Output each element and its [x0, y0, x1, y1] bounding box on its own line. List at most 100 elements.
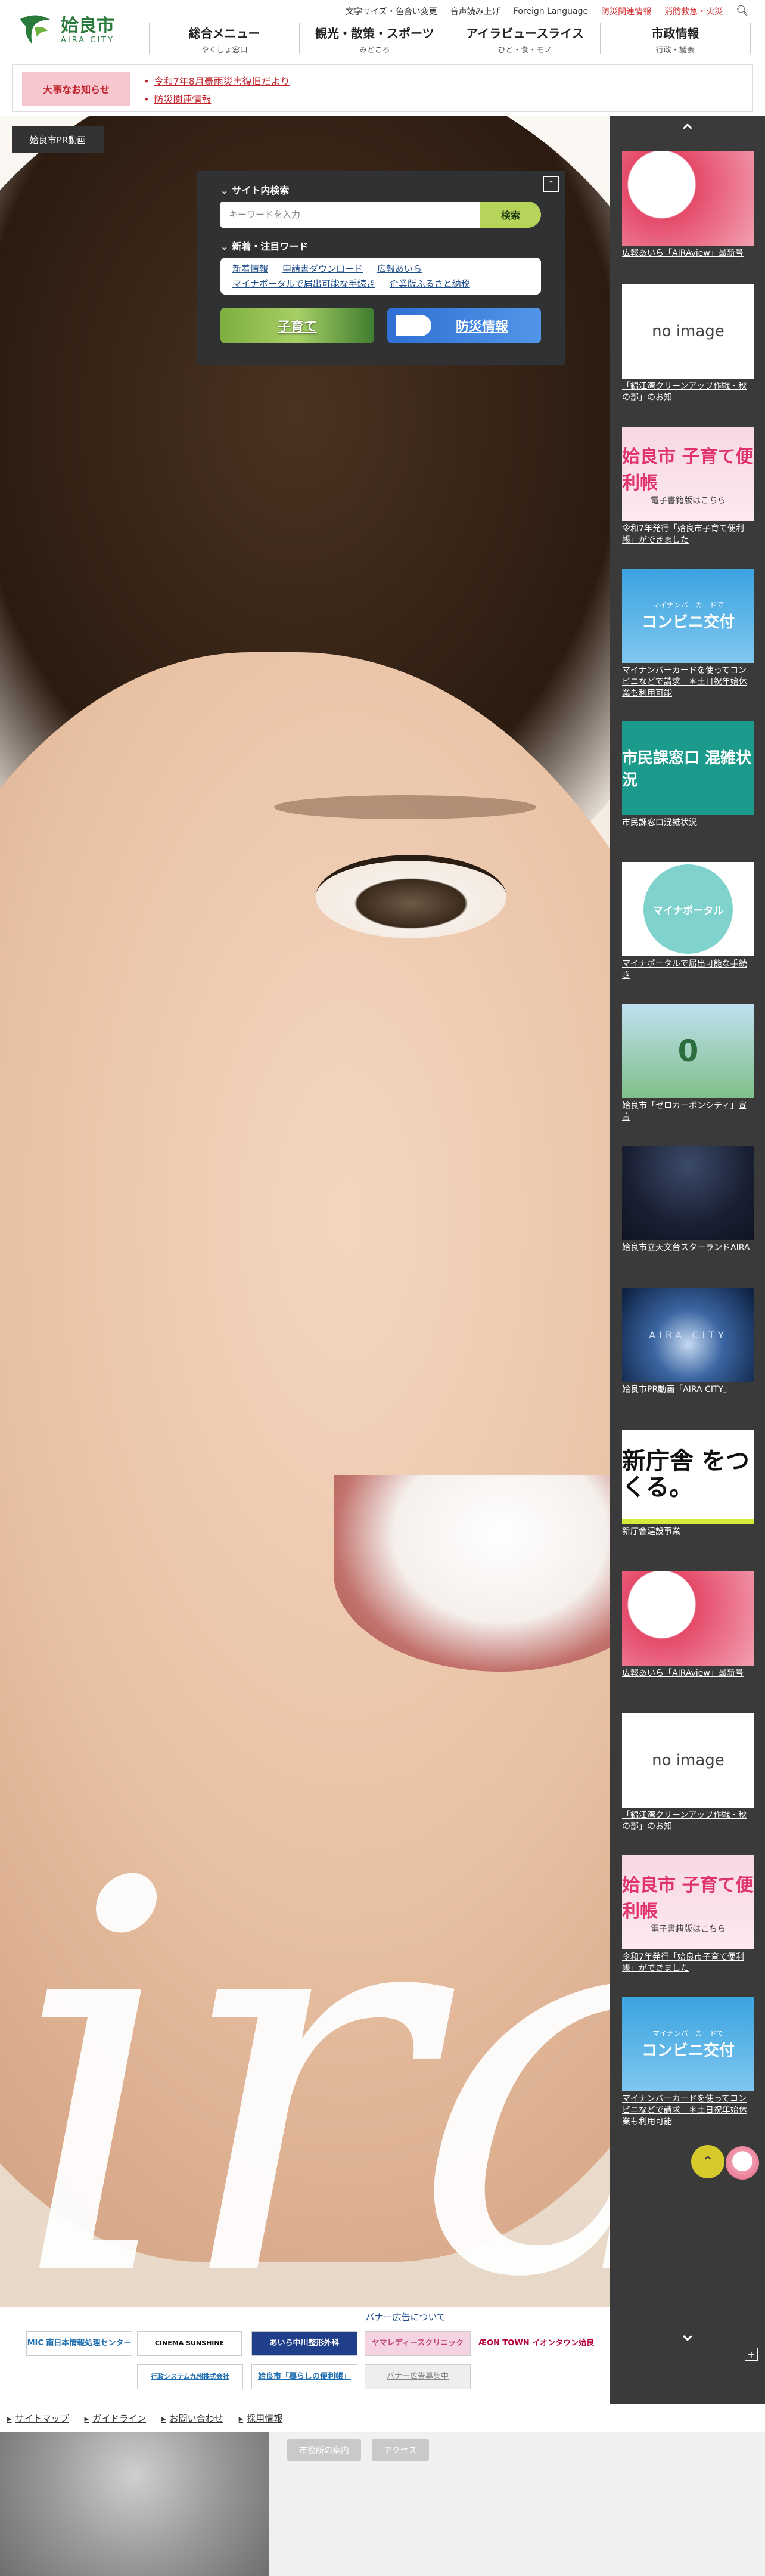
- utility-nav: 文字サイズ・色合い変更 音声読み上げ Foreign Language 防災関連…: [346, 5, 750, 17]
- hero-eye: [316, 855, 506, 938]
- thumb-subtitle: マイナンバーカードで: [652, 601, 724, 609]
- chevron-up-icon[interactable]: ⌃: [610, 120, 765, 145]
- keyword-link[interactable]: マイナポータルで届出可能な手続き: [232, 277, 375, 290]
- sidebar-item-caption: マイナンバーカードを使ってコンビニなどで請求 ＊土日祝年始休業も利用可能: [622, 2094, 747, 2126]
- sidebar-item-caption: マイナンバーカードを使ってコンビニなどで請求 ＊土日祝年始休業も利用可能: [622, 666, 747, 698]
- utility-language-link[interactable]: Foreign Language: [514, 7, 588, 16]
- new-city-hall-image: 新庁舎 をつくる。: [622, 1430, 754, 1524]
- banner-ad[interactable]: CINEMA SUNSHINE: [137, 2331, 242, 2356]
- sidebar-item[interactable]: 市民課窓口 混雑状況 市民課窓口混雑状況: [622, 721, 754, 829]
- sidebar-item[interactable]: no image 「錦江湾クリーンアップ作戦・秋の部」のお知: [622, 1713, 754, 1833]
- sidebar-item-caption: 市民課窓口混雑状況: [622, 818, 697, 827]
- pr-video-badge: 姶良市PR動画: [12, 126, 104, 153]
- important-notice: 大事なお知らせ 令和7年8月豪雨災害復旧だより 防災関連情報: [12, 64, 753, 112]
- page-top-button[interactable]: ⌃: [691, 2145, 724, 2178]
- logo-text-ja: 姶良市: [61, 16, 114, 36]
- zero-carbon-image: 0: [622, 1004, 754, 1098]
- thumb-title: コンビニ交付: [641, 2042, 735, 2060]
- banner-ad[interactable]: MIC 南日本情報処理センター: [26, 2331, 132, 2356]
- utility-text-size-link[interactable]: 文字サイズ・色合い変更: [346, 5, 437, 17]
- keyword-link[interactable]: 企業版ふるさと納税: [390, 277, 470, 290]
- aira-logo-icon: [20, 15, 51, 44]
- notice-list: 令和7年8月豪雨災害復旧だより 防災関連情報: [144, 73, 290, 109]
- footer-link-guideline[interactable]: ガイドライン: [85, 2412, 146, 2425]
- no-image-placeholder: no image: [622, 1713, 754, 1808]
- city-hall-guide-button[interactable]: 市役所の案内: [287, 2439, 361, 2461]
- sidebar-footer: ⌄ +: [610, 2307, 765, 2404]
- sidebar-item[interactable]: 0 姶良市「ゼロカーボンシティ」宣言: [622, 1004, 754, 1123]
- banner-ad[interactable]: 姶良市「暮らしの便利帳」: [251, 2364, 357, 2389]
- hero-video[interactable]: ira: [0, 116, 610, 2307]
- sidebar-item-caption: 「錦江湾クリーンアップ作戦・秋の部」のお知: [622, 382, 747, 402]
- utility-fire-link[interactable]: 消防救急・火災: [664, 5, 723, 17]
- search-button[interactable]: 検索: [480, 202, 541, 228]
- thumb-title: コンビニ交付: [641, 613, 735, 631]
- notice-link[interactable]: 防災関連情報: [154, 94, 211, 105]
- no-image-placeholder: no image: [622, 284, 754, 379]
- sidebar-item[interactable]: 姶良市 子育て便利帳 電子書籍版はこちら 令和7年発行「姶良市子育て便利帳」がで…: [622, 427, 754, 546]
- quick-banners: 子育て 防災情報: [220, 308, 541, 343]
- banner-ad-info-link[interactable]: バナー広告について: [365, 2311, 446, 2323]
- expand-icon[interactable]: +: [745, 2348, 758, 2361]
- nav-item-label: 観光・散策・スポーツ: [315, 26, 434, 41]
- banner-ad[interactable]: あいら中川整形外科: [251, 2331, 357, 2356]
- global-nav: 総合メニュー やくしょ窓口 観光・散策・スポーツ みどころ アイラビュースライス…: [149, 23, 751, 55]
- sidebar-item[interactable]: 広報あいら「AIRAview」最新号: [622, 1571, 754, 1679]
- collapse-icon[interactable]: ⌃: [543, 176, 559, 192]
- banner-ad[interactable]: ÆON TOWN イオンタウン姶良: [478, 2331, 595, 2356]
- search-input[interactable]: [220, 202, 480, 228]
- sidebar-item[interactable]: 姶良市立天文台スターランドAIRA: [622, 1146, 754, 1254]
- nav-item-city-admin[interactable]: 市政情報 行政・議会: [599, 23, 751, 55]
- sidebar-item[interactable]: 広報あいら「AIRAview」最新号: [622, 151, 754, 259]
- nav-item-tourism[interactable]: 観光・散策・スポーツ みどころ: [299, 23, 449, 55]
- mascot-icon[interactable]: [726, 2146, 759, 2180]
- banner-ad[interactable]: バナー広告募集中: [365, 2364, 471, 2389]
- search-icon[interactable]: 🔍︎: [736, 5, 750, 17]
- childcare-banner-label: 子育て: [277, 320, 317, 334]
- nav-item-sublabel: みどころ: [359, 46, 390, 55]
- keyword-link[interactable]: 広報あいら: [377, 262, 422, 275]
- sidebar-item-caption: 「錦江湾クリーンアップ作戦・秋の部」のお知: [622, 1811, 747, 1831]
- nav-item-general-menu[interactable]: 総合メニュー やくしょ窓口: [149, 23, 299, 55]
- sidebar-item-caption: 姶良市「ゼロカーボンシティ」宣言: [622, 1101, 747, 1122]
- access-button[interactable]: アクセス: [372, 2439, 429, 2461]
- sidebar-item[interactable]: マイナンバーカードで コンビニ交付 マイナンバーカードを使ってコンビニなどで請求…: [622, 569, 754, 699]
- footer-tree-image: [0, 2432, 269, 2576]
- banner-ad[interactable]: ヤマレディースクリニック: [365, 2331, 471, 2356]
- notice-link[interactable]: 令和7年8月豪雨災害復旧だより: [154, 76, 290, 87]
- childcare-banner[interactable]: 子育て: [220, 308, 374, 343]
- sidebar-item[interactable]: AIRA CITY 姶良市PR動画「AIRA CITY」: [622, 1288, 754, 1396]
- disaster-info-banner[interactable]: 防災情報: [387, 308, 541, 343]
- banner-ad[interactable]: 行政システム九州株式会社: [137, 2364, 243, 2389]
- search-panel: ⌃ サイト内検索 検索 新着・注目ワード 新着情報 申請書ダウンロード 広報あい…: [197, 171, 565, 365]
- thumb-subtitle: マイナンバーカードで: [652, 2029, 724, 2038]
- sidebar-item-caption: 令和7年発行「姶良市子育て便利帳」ができました: [622, 1952, 744, 1973]
- thumb-title: 姶良市 子育て便利帳: [622, 447, 754, 494]
- nav-item-label: 総合メニュー: [188, 26, 260, 41]
- site-search-label: サイト内検索: [220, 182, 541, 197]
- sidebar-item-caption: 令和7年発行「姶良市子育て便利帳」ができました: [622, 524, 744, 545]
- sidebar-item[interactable]: マイナポータル マイナポータルで届出可能な手続き: [622, 862, 754, 981]
- nav-item-sublabel: 行政・議会: [655, 46, 695, 55]
- counter-congestion-image: 市民課窓口 混雑状況: [622, 721, 754, 815]
- observatory-image: [622, 1146, 754, 1240]
- nav-item-airavue[interactable]: アイラビュースライス ひと・食・モノ: [449, 23, 600, 55]
- sidebar-item[interactable]: マイナンバーカードで コンビニ交付 マイナンバーカードを使ってコンビニなどで請求…: [622, 1997, 754, 2128]
- footer-link-sitemap[interactable]: サイトマップ: [7, 2412, 69, 2425]
- convenience-store-issuance-image: マイナンバーカードで コンビニ交付: [622, 1997, 754, 2091]
- utility-disaster-link[interactable]: 防災関連情報: [601, 5, 651, 17]
- footer-link-recruit[interactable]: 採用情報: [239, 2412, 282, 2425]
- sidebar-item[interactable]: 新庁舎 をつくる。 新庁舎建設事業: [622, 1430, 754, 1537]
- chevron-down-icon[interactable]: ⌄: [610, 2321, 765, 2346]
- nav-item-label: アイラビュースライス: [466, 26, 584, 41]
- sidebar-item[interactable]: 姶良市 子育て便利帳 電子書籍版はこちら 令和7年発行「姶良市子育て便利帳」がで…: [622, 1855, 754, 1974]
- utility-voice-link[interactable]: 音声読み上げ: [450, 5, 500, 17]
- horse-figure-image: [622, 151, 754, 246]
- site-logo[interactable]: 姶良市 AIRA CITY: [17, 13, 114, 48]
- keyword-list: 新着情報 申請書ダウンロード 広報あいら マイナポータルで届出可能な手続き 企業…: [220, 258, 541, 295]
- keyword-link[interactable]: 新着情報: [232, 262, 268, 275]
- sidebar-item[interactable]: no image 「錦江湾クリーンアップ作戦・秋の部」のお知: [622, 284, 754, 404]
- sidebar-item-caption: 姶良市立天文台スターランドAIRA: [622, 1243, 750, 1253]
- keyword-link[interactable]: 申請書ダウンロード: [282, 262, 363, 275]
- footer-link-contact[interactable]: お問い合わせ: [161, 2412, 223, 2425]
